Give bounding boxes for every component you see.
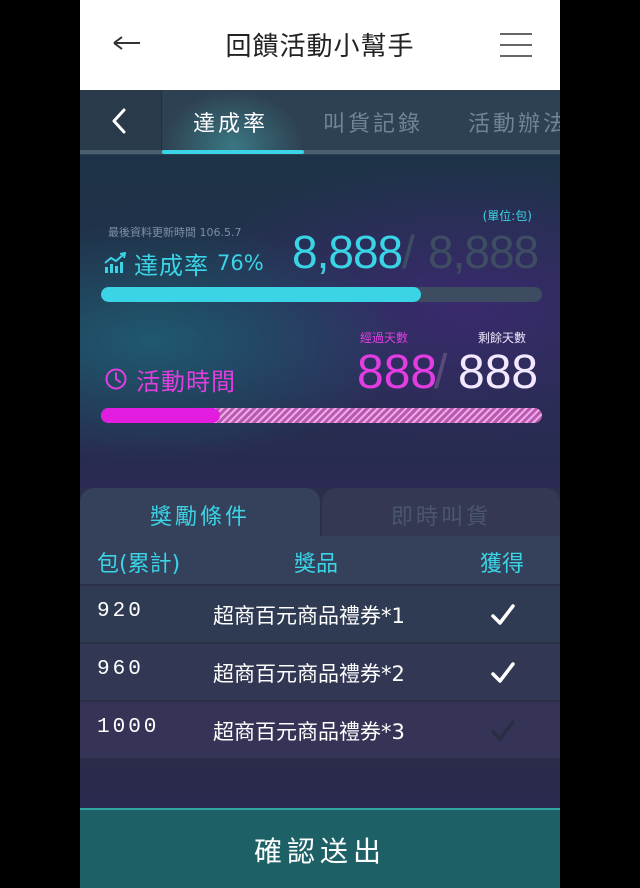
row-packs: 920 xyxy=(97,600,144,623)
rewards-panel: 獎勵條件 即時叫貨 包(累計) 獎品 獲得 920 超商百元商品禮券*1 960… xyxy=(80,488,560,810)
activity-time-progress-fill xyxy=(101,408,221,423)
remaining-days: 888 xyxy=(458,346,539,399)
page-title: 回饋活動小幫手 xyxy=(225,32,415,62)
trend-chart-icon xyxy=(104,252,127,273)
checkmark-icon xyxy=(491,604,515,625)
unit-label: (單位:包) xyxy=(482,209,532,223)
passed-days-label: 經過天數 xyxy=(360,331,409,345)
row-prize: 超商百元商品禮券*3 xyxy=(213,720,405,744)
target-packs: 8,888 xyxy=(428,226,539,278)
achievement-progress-bar xyxy=(101,287,542,302)
table-header: 包(累計) 獎品 獲得 xyxy=(80,536,560,584)
activity-time-progress-bar xyxy=(101,408,542,423)
col-packs: 包(累計) xyxy=(97,552,181,577)
hamburger-icon[interactable] xyxy=(500,32,532,58)
last-updated: 最後資料更新時間 106.5.7 xyxy=(108,226,242,239)
packs-separator: / xyxy=(402,226,415,278)
panel-tabs: 獎勵條件 即時叫貨 xyxy=(80,488,560,536)
row-prize: 超商百元商品禮券*1 xyxy=(213,604,405,628)
table-row: 1000 超商百元商品禮券*3 xyxy=(80,700,560,758)
days-separator: / xyxy=(434,346,448,399)
progress-dashboard: (單位:包) 最後資料更新時間 106.5.7 達成率 76% 8,888 / … xyxy=(80,155,560,495)
col-prize: 獎品 xyxy=(294,552,339,577)
tab-active-indicator xyxy=(162,150,304,154)
table-row: 920 超商百元商品禮券*1 xyxy=(80,584,560,642)
tab-track xyxy=(80,150,560,154)
tab-activity-rules[interactable]: 活動辦法 xyxy=(468,106,560,138)
current-packs: 8,888 xyxy=(292,226,403,278)
achievement-label: 達成率 xyxy=(134,251,209,280)
col-earned: 獲得 xyxy=(480,552,525,577)
tab-back-button[interactable] xyxy=(80,90,162,152)
remaining-days-label: 剩餘天數 xyxy=(478,331,527,345)
achievement-progress-fill xyxy=(101,287,421,302)
checkmark-icon xyxy=(491,720,515,741)
achievement-label-row: 達成率 76% xyxy=(104,243,264,283)
chevron-left-icon xyxy=(112,108,126,134)
row-packs: 1000 xyxy=(97,716,160,739)
passed-days: 888 xyxy=(357,346,438,399)
clock-icon xyxy=(105,368,127,390)
achievement-percent: 76% xyxy=(217,251,264,275)
confirm-submit-button[interactable]: 確認送出 xyxy=(80,808,560,888)
app-header: 回饋活動小幫手 xyxy=(80,0,560,90)
app-screen: 回饋活動小幫手 達成率 叫貨記錄 活動辦法 (單位:包) 最後資料更新時間 10… xyxy=(80,0,560,888)
activity-time-row: 活動時間 xyxy=(104,361,236,397)
tab-achievement[interactable]: 達成率 xyxy=(193,106,268,138)
tab-order-history[interactable]: 叫貨記錄 xyxy=(323,106,423,138)
panel-empty-area xyxy=(80,758,560,810)
table-row: 960 超商百元商品禮券*2 xyxy=(80,642,560,700)
tab-instant-order[interactable]: 即時叫貨 xyxy=(322,488,560,536)
row-prize: 超商百元商品禮券*2 xyxy=(213,662,405,686)
row-packs: 960 xyxy=(97,658,144,681)
checkmark-icon xyxy=(491,662,515,683)
activity-time-label: 活動時間 xyxy=(136,367,236,396)
tab-reward-conditions[interactable]: 獎勵條件 xyxy=(80,488,320,536)
top-tab-bar: 達成率 叫貨記錄 活動辦法 xyxy=(80,90,560,155)
